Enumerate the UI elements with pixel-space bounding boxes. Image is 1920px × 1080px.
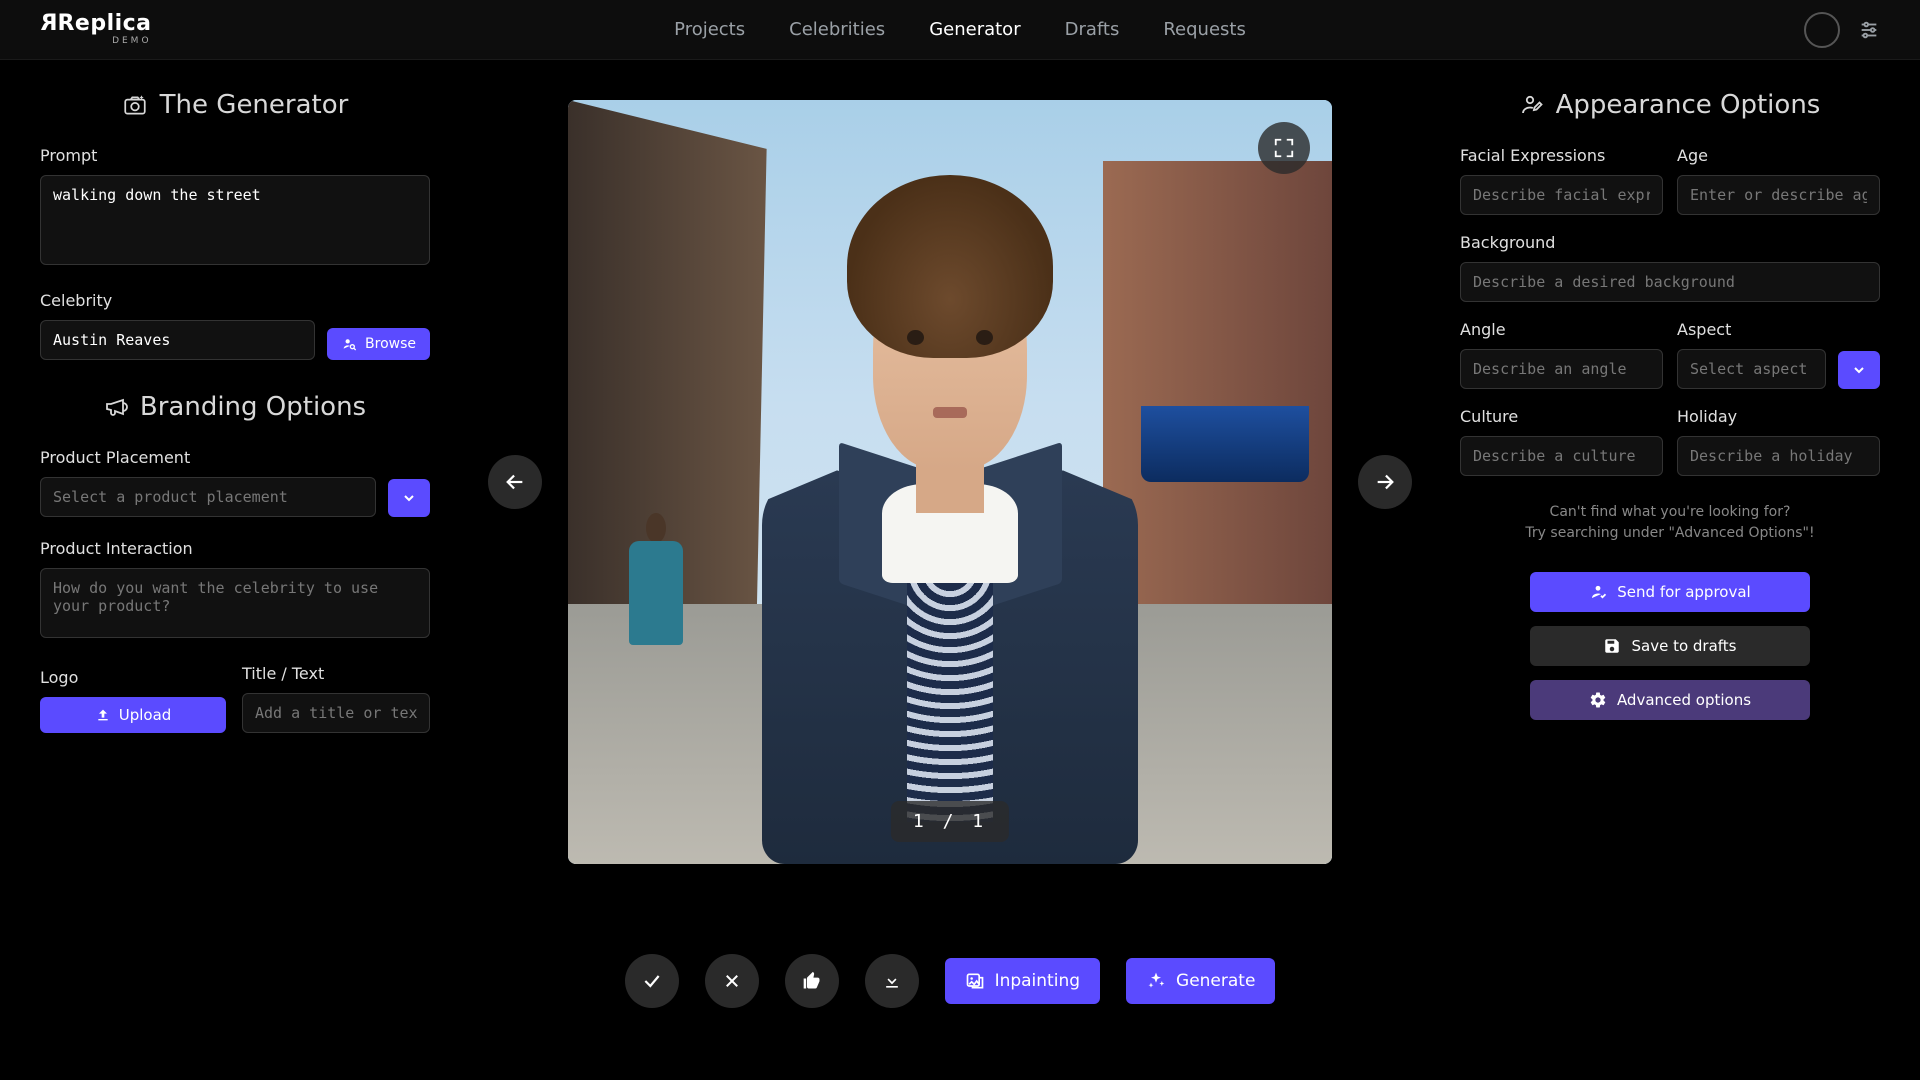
person-search-icon (341, 336, 357, 352)
nav-generator[interactable]: Generator (929, 19, 1020, 40)
camera-icon (122, 92, 148, 118)
app-header: RReplica DEMO Projects Celebrities Gener… (0, 0, 1920, 60)
prompt-label: Prompt (40, 146, 430, 165)
angle-input[interactable] (1460, 349, 1663, 389)
logo-label: Logo (40, 668, 226, 687)
download-button[interactable] (865, 954, 919, 1008)
accept-button[interactable] (625, 954, 679, 1008)
title-text-label: Title / Text (242, 664, 430, 683)
branding-section-title: Branding Options (40, 392, 430, 422)
next-image-button[interactable] (1358, 455, 1412, 509)
primary-nav: Projects Celebrities Generator Drafts Re… (674, 19, 1246, 40)
center-panel: 1 / 1 Inpainting Generate (470, 60, 1430, 1080)
brand-logo: RReplica DEMO (40, 13, 152, 46)
image-pager: 1 / 1 (891, 801, 1009, 842)
product-placement-input[interactable] (40, 477, 376, 517)
product-placement-label: Product Placement (40, 448, 430, 467)
holiday-input[interactable] (1677, 436, 1880, 476)
title-text-input[interactable] (242, 693, 430, 733)
holiday-label: Holiday (1677, 407, 1880, 426)
background-label: Background (1460, 233, 1880, 252)
illustrative-scene (568, 100, 1332, 864)
right-panel: Appearance Options Facial Expressions Ag… (1430, 60, 1920, 1080)
save-icon (1603, 637, 1621, 655)
download-icon (882, 971, 902, 991)
left-panel: The Generator Prompt Celebrity Browse (0, 60, 470, 1080)
person-edit-icon (1520, 93, 1544, 117)
save-to-drafts-button[interactable]: Save to drafts (1530, 626, 1810, 666)
culture-label: Culture (1460, 407, 1663, 426)
nav-projects[interactable]: Projects (674, 19, 745, 40)
arrow-left-icon (504, 471, 526, 493)
chevron-down-icon (401, 490, 417, 506)
product-interaction-input[interactable] (40, 568, 430, 638)
facial-expressions-input[interactable] (1460, 175, 1663, 215)
reject-button[interactable] (705, 954, 759, 1008)
angle-label: Angle (1460, 320, 1663, 339)
user-avatar[interactable] (1804, 12, 1840, 48)
send-for-approval-button[interactable]: Send for approval (1530, 572, 1810, 612)
upload-icon (95, 707, 111, 723)
advanced-options-button[interactable]: Advanced options (1530, 680, 1810, 720)
generate-button[interactable]: Generate (1126, 958, 1275, 1004)
age-label: Age (1677, 146, 1880, 165)
facial-expressions-label: Facial Expressions (1460, 146, 1663, 165)
thumbs-up-icon (802, 971, 822, 991)
check-icon (642, 971, 662, 991)
product-placement-dropdown-button[interactable] (388, 479, 430, 517)
nav-celebrities[interactable]: Celebrities (789, 19, 885, 40)
appearance-section-title: Appearance Options (1460, 90, 1880, 120)
aspect-label: Aspect (1677, 320, 1880, 339)
megaphone-icon (104, 395, 128, 419)
product-interaction-label: Product Interaction (40, 539, 430, 558)
bottom-action-bar: Inpainting Generate (625, 954, 1276, 1008)
close-icon (723, 972, 741, 990)
celebrity-input[interactable] (40, 320, 315, 360)
like-button[interactable] (785, 954, 839, 1008)
background-input[interactable] (1460, 262, 1880, 302)
expand-image-button[interactable] (1258, 122, 1310, 174)
approval-icon (1589, 583, 1607, 601)
age-input[interactable] (1677, 175, 1880, 215)
upload-logo-button[interactable]: Upload (40, 697, 226, 733)
aspect-input[interactable] (1677, 349, 1826, 389)
prompt-input[interactable] (40, 175, 430, 265)
inpainting-button[interactable]: Inpainting (945, 958, 1100, 1004)
nav-drafts[interactable]: Drafts (1065, 19, 1120, 40)
gear-icon (1589, 691, 1607, 709)
advanced-options-hint: Can't find what you're looking for? Try … (1460, 502, 1880, 544)
celebrity-label: Celebrity (40, 291, 430, 310)
nav-requests[interactable]: Requests (1163, 19, 1246, 40)
aspect-dropdown-button[interactable] (1838, 351, 1880, 389)
previous-image-button[interactable] (488, 455, 542, 509)
arrow-right-icon (1374, 471, 1396, 493)
settings-tune-icon[interactable] (1858, 19, 1880, 41)
generated-image-preview: 1 / 1 (568, 100, 1332, 864)
fullscreen-icon (1273, 137, 1295, 159)
generator-section-title: The Generator (40, 90, 430, 120)
inpainting-icon (965, 971, 985, 991)
chevron-down-icon (1851, 362, 1867, 378)
culture-input[interactable] (1460, 436, 1663, 476)
sparkle-icon (1146, 971, 1166, 991)
browse-button[interactable]: Browse (327, 328, 430, 360)
